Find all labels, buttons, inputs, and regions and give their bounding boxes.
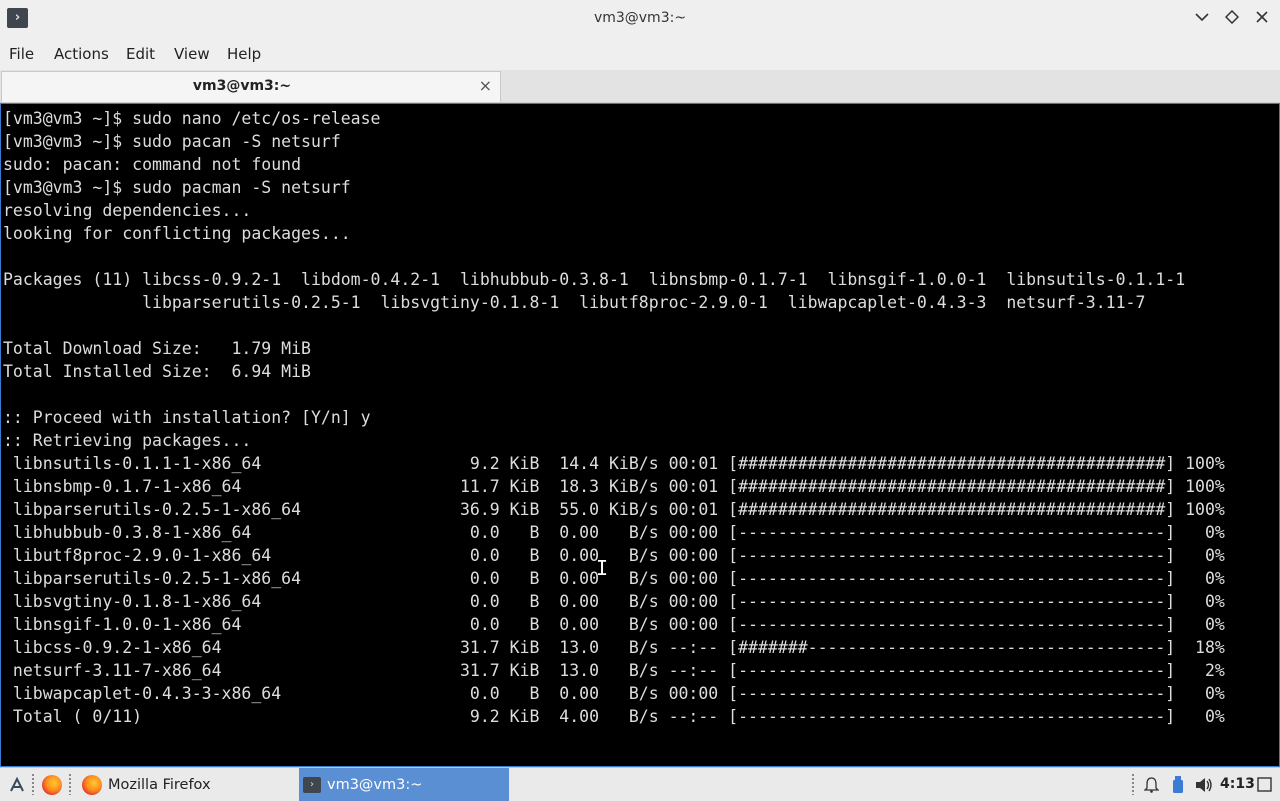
- close-icon: [1256, 11, 1268, 23]
- taskbar: Mozilla Firefox › vm3@vm3:~ 4:13: [0, 767, 1280, 801]
- terminal-line: :: Proceed with installation? [Y/n] y: [3, 408, 371, 427]
- terminal-line: [vm3@vm3 ~]$ sudo pacman -S netsurf: [3, 178, 351, 197]
- desktop-icon: [1256, 777, 1272, 792]
- terminal-line: libparserutils-0.2.5-1 libsvgtiny-0.1.8-…: [3, 293, 1146, 312]
- terminal-line: libutf8proc-2.9.0-1-x86_64 0.0 B 0.00 B/…: [3, 546, 1225, 565]
- terminal-line: libnsgif-1.0.0-1-x86_64 0.0 B 0.00 B/s 0…: [3, 615, 1225, 634]
- tab-label: vm3@vm3:~: [192, 78, 292, 94]
- firefox-launcher[interactable]: [40, 768, 64, 801]
- task-terminal-label: vm3@vm3:~: [327, 776, 423, 793]
- terminal-line: libparserutils-0.2.5-1-x86_64 36.9 KiB 5…: [3, 500, 1225, 519]
- task-firefox[interactable]: Mozilla Firefox: [78, 768, 294, 801]
- terminal-line: libparserutils-0.2.5-1-x86_64 0.0 B 0.00…: [3, 569, 1225, 588]
- app-menu-button[interactable]: [4, 768, 30, 801]
- tab-terminal[interactable]: vm3@vm3:~ ×: [1, 71, 501, 102]
- taskbar-separator: [1132, 774, 1134, 795]
- terminal-line: sudo: pacan: command not found: [3, 155, 302, 174]
- maximize-button[interactable]: [1221, 7, 1243, 29]
- chevron-down-icon: [1195, 13, 1209, 22]
- usb-drive-icon: [1173, 775, 1183, 793]
- terminal-line: looking for conflicting packages...: [3, 224, 351, 243]
- show-desktop-button[interactable]: [1255, 768, 1273, 801]
- menu-edit[interactable]: Edit: [126, 45, 155, 63]
- speaker-icon: [1196, 777, 1212, 792]
- minimize-button[interactable]: [1191, 7, 1213, 29]
- bell-icon: [1143, 776, 1159, 793]
- terminal-line: Total Installed Size: 6.94 MiB: [3, 362, 311, 381]
- terminal-lines: [vm3@vm3 ~]$ sudo nano /etc/os-release [v…: [3, 107, 1225, 728]
- notifications-button[interactable]: [1142, 768, 1160, 801]
- terminal-line: netsurf-3.11-7-x86_64 31.7 KiB 13.0 B/s …: [3, 661, 1225, 680]
- terminal-line: Total ( 0/11) 9.2 KiB 4.00 B/s --:-- [--…: [3, 707, 1225, 726]
- terminal-line: libcss-0.9.2-1-x86_64 31.7 KiB 13.0 B/s …: [3, 638, 1225, 657]
- task-firefox-label: Mozilla Firefox: [108, 776, 211, 793]
- terminal-line: libnsutils-0.1.1-1-x86_64 9.2 KiB 14.4 K…: [3, 454, 1225, 473]
- text-cursor-icon: I: [596, 556, 609, 580]
- terminal-line: libwapcaplet-0.4.3-3-x86_64 0.0 B 0.00 B…: [3, 684, 1225, 703]
- firefox-icon: [42, 774, 62, 795]
- menu-help[interactable]: Help: [227, 45, 261, 63]
- tab-close-icon[interactable]: ×: [479, 76, 492, 95]
- title-bar[interactable]: › vm3@vm3:~: [0, 0, 1280, 37]
- terminal-line: [vm3@vm3 ~]$ sudo nano /etc/os-release: [3, 109, 381, 128]
- menu-file[interactable]: File: [9, 45, 34, 63]
- removable-media-button[interactable]: [1170, 768, 1186, 801]
- window-title: vm3@vm3:~: [593, 10, 687, 26]
- app-launcher-icon: [10, 776, 24, 791]
- terminal-line: Total Download Size: 1.79 MiB: [3, 339, 311, 358]
- terminal-line: resolving dependencies...: [3, 201, 252, 220]
- terminal-line: :: Retrieving packages...: [3, 431, 252, 450]
- menu-view[interactable]: View: [174, 45, 210, 63]
- menu-actions[interactable]: Actions: [54, 45, 109, 63]
- terminal-line: [vm3@vm3 ~]$ sudo pacan -S netsurf: [3, 132, 341, 151]
- terminal-icon: ›: [303, 776, 321, 793]
- terminal-line: libsvgtiny-0.1.8-1-x86_64 0.0 B 0.00 B/s…: [3, 592, 1225, 611]
- taskbar-separator: [69, 774, 71, 795]
- tab-bar: vm3@vm3:~ ×: [0, 70, 1280, 103]
- taskbar-separator: [32, 774, 34, 795]
- terminal-line: Packages (11) libcss-0.9.2-1 libdom-0.4.…: [3, 270, 1186, 289]
- menu-bar: File Actions Edit View Help: [0, 37, 1280, 70]
- clock[interactable]: 4:13: [1220, 776, 1255, 792]
- terminal-line: libnsbmp-0.1.7-1-x86_64 11.7 KiB 18.3 Ki…: [3, 477, 1225, 496]
- task-terminal[interactable]: › vm3@vm3:~: [299, 768, 509, 801]
- diamond-icon: [1225, 10, 1239, 24]
- terminal-output[interactable]: [vm3@vm3 ~]$ sudo nano /etc/os-release [v…: [0, 103, 1280, 767]
- volume-button[interactable]: [1194, 768, 1214, 801]
- close-button[interactable]: [1251, 7, 1273, 29]
- firefox-icon: [82, 774, 102, 795]
- terminal-line: libhubbub-0.3.8-1-x86_64 0.0 B 0.00 B/s …: [3, 523, 1225, 542]
